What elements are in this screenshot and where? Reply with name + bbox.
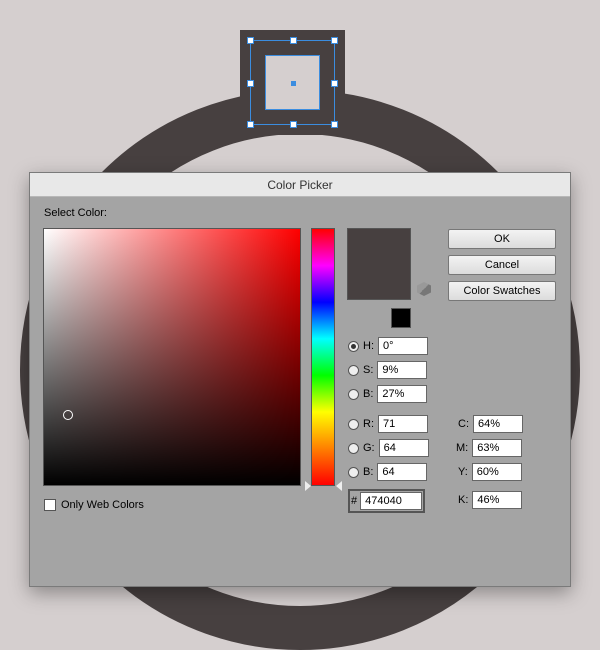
hue-slider[interactable] (312, 229, 334, 485)
c-field[interactable]: 64% (473, 415, 523, 433)
r-field[interactable]: 71 (378, 415, 428, 433)
g-radio[interactable] (348, 443, 359, 454)
g-field[interactable]: 64 (379, 439, 429, 457)
k-field[interactable]: 46% (472, 491, 522, 509)
hue-slider-thumb[interactable] (305, 481, 311, 491)
hex-field[interactable]: 474040 (360, 492, 422, 510)
y-label: Y: (458, 466, 468, 478)
g-label: G: (363, 442, 375, 454)
resize-handle[interactable] (331, 80, 338, 87)
selection-center (291, 81, 296, 86)
resize-handle[interactable] (331, 37, 338, 44)
ok-button[interactable]: OK (448, 229, 556, 249)
h-label: H: (363, 340, 374, 352)
color-swatches-button[interactable]: Color Swatches (448, 281, 556, 301)
out-of-gamut-swatch[interactable] (392, 309, 410, 327)
h-field[interactable]: 0° (378, 337, 428, 355)
cancel-button[interactable]: Cancel (448, 255, 556, 275)
b-rgb-field[interactable]: 64 (377, 463, 427, 481)
h-radio[interactable] (348, 341, 359, 352)
sv-selection-ring[interactable] (63, 410, 73, 420)
web-colors-checkbox[interactable] (44, 499, 56, 511)
selection-bounding-box[interactable] (250, 40, 335, 125)
hex-field-wrap: # 474040 (348, 489, 425, 513)
r-label: R: (363, 418, 374, 430)
s-field[interactable]: 9% (377, 361, 427, 379)
resize-handle[interactable] (247, 80, 254, 87)
dialog-title[interactable]: Color Picker (30, 173, 570, 197)
resize-handle[interactable] (290, 37, 297, 44)
s-radio[interactable] (348, 365, 359, 376)
resize-handle[interactable] (290, 121, 297, 128)
r-radio[interactable] (348, 419, 359, 430)
c-label: C: (458, 418, 469, 430)
y-field[interactable]: 60% (472, 463, 522, 481)
k-label: K: (458, 494, 468, 506)
color-preview (348, 229, 410, 299)
b-rgb-radio[interactable] (348, 467, 359, 478)
hue-slider-thumb[interactable] (336, 481, 342, 491)
resize-handle[interactable] (247, 37, 254, 44)
b-hsb-label: B: (363, 388, 373, 400)
b-rgb-label: B: (363, 466, 373, 478)
resize-handle[interactable] (331, 121, 338, 128)
saturation-value-field[interactable] (44, 229, 300, 485)
s-label: S: (363, 364, 373, 376)
hex-label: # (351, 495, 357, 507)
b-hsb-field[interactable]: 27% (377, 385, 427, 403)
color-picker-dialog: Color Picker Select Color: OK Cancel Col… (29, 172, 571, 587)
select-color-label: Select Color: (44, 207, 107, 219)
web-colors-label: Only Web Colors (61, 499, 144, 511)
cube-icon[interactable] (417, 282, 431, 296)
m-field[interactable]: 63% (472, 439, 522, 457)
resize-handle[interactable] (247, 121, 254, 128)
m-label: M: (456, 442, 468, 454)
b-hsb-radio[interactable] (348, 389, 359, 400)
